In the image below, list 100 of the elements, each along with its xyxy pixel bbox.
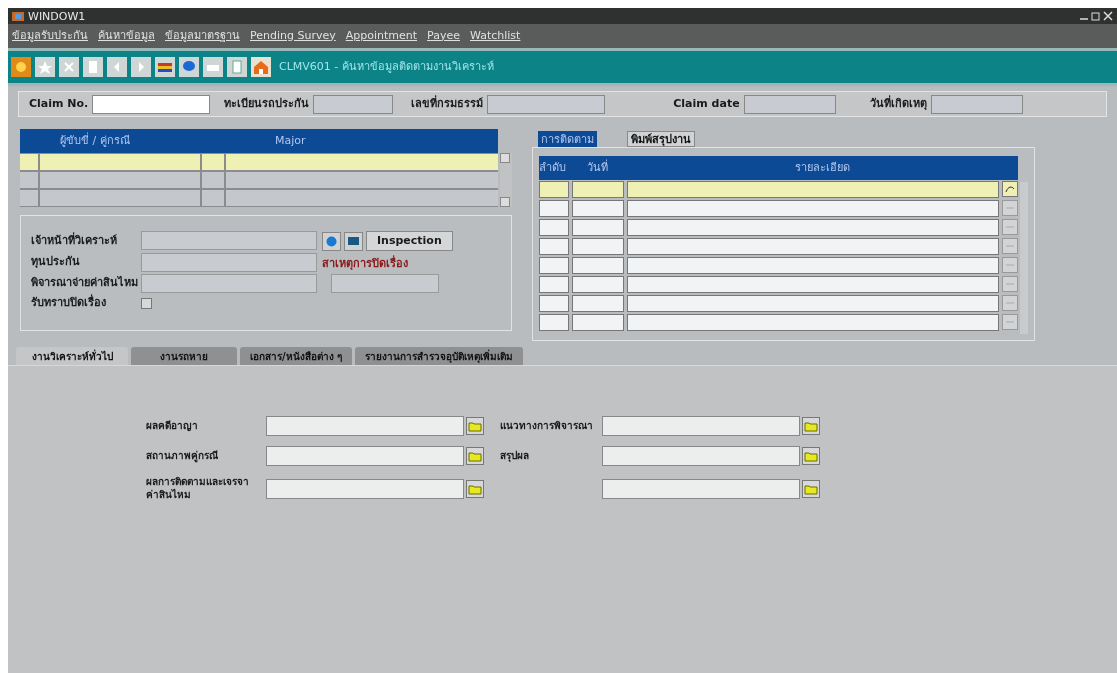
input-field[interactable]: [266, 478, 464, 499]
table-cell[interactable]: [40, 172, 200, 188]
menu-item[interactable]: ค้นหาข้อมูล: [98, 27, 155, 45]
table-cell[interactable]: [572, 295, 624, 312]
table-cell[interactable]: [572, 314, 624, 331]
menu-item[interactable]: ข้อมูลมาตรฐาน: [165, 27, 240, 45]
field-label: ผลการติดตามและเจรจาค่าสินไหม: [146, 476, 250, 501]
menu-item[interactable]: Appointment: [345, 27, 418, 45]
input-field[interactable]: [743, 94, 836, 114]
table-cell[interactable]: [539, 238, 569, 255]
restore-icon[interactable]: [1091, 11, 1101, 21]
input-field[interactable]: [602, 446, 800, 466]
field-label: พิจารณาจ่ายค่าสินไหม: [31, 275, 139, 292]
scrollbar[interactable]: [500, 153, 512, 207]
tab[interactable]: การติดตาม: [538, 131, 597, 147]
table-cell[interactable]: [572, 219, 624, 236]
field-label: Claim No.: [29, 95, 89, 112]
folder-icon[interactable]: [802, 417, 820, 435]
field-label: สถานภาพคู่กรณี: [146, 449, 219, 463]
field-label: รับทราบปิดเรื่อง: [31, 295, 107, 311]
table-cell[interactable]: [226, 172, 499, 188]
table-cell[interactable]: [627, 238, 999, 255]
input-field[interactable]: [331, 274, 439, 293]
menu-item[interactable]: Watchlist: [470, 27, 521, 45]
home-icon[interactable]: [251, 57, 271, 77]
table-cell[interactable]: [627, 181, 999, 198]
input-field[interactable]: [487, 94, 606, 114]
column-header: Major: [274, 132, 306, 149]
input-field[interactable]: [141, 274, 317, 293]
table-cell[interactable]: [539, 219, 569, 236]
table-cell[interactable]: [572, 200, 624, 217]
column-header: รายละเอียด: [794, 159, 851, 176]
tab[interactable]: งานวิเคราะห์ทั่วไป: [16, 347, 128, 365]
folder-icon[interactable]: [466, 479, 484, 498]
field-label: ทุนประกัน: [31, 254, 81, 271]
input-field[interactable]: [266, 446, 464, 466]
input-field[interactable]: [930, 94, 1023, 114]
table-cell[interactable]: [572, 181, 624, 198]
folder-icon[interactable]: [466, 417, 484, 435]
tab[interactable]: เอกสาร/หนังสือต่าง ๆ: [240, 347, 352, 365]
inspection-button[interactable]: Inspection: [366, 231, 453, 251]
field-label: วันที่เกิดเหตุ: [869, 95, 927, 112]
column-header: วันที่: [586, 159, 609, 176]
table-cell[interactable]: [627, 295, 999, 312]
sun-icon[interactable]: [11, 57, 31, 77]
table-cell[interactable]: [202, 154, 224, 170]
table-cell[interactable]: [40, 190, 200, 206]
folder-icon[interactable]: [802, 447, 820, 465]
menu-item[interactable]: Pending Survey: [250, 27, 336, 45]
field-label: ทะเบียนรถประกัน: [224, 95, 310, 112]
tab[interactable]: พิมพ์สรุปงาน: [627, 131, 695, 147]
table-cell[interactable]: [20, 154, 38, 170]
table-cell[interactable]: [202, 172, 224, 188]
flag-icon[interactable]: [155, 57, 175, 77]
folder-icon[interactable]: [802, 479, 820, 498]
table-cell[interactable]: [226, 154, 499, 170]
menu-item[interactable]: ข้อมูลรับประกัน: [12, 27, 88, 45]
input-field[interactable]: [313, 94, 394, 114]
tab[interactable]: รายงานการสำรวจอุบัติเหตุเพิ่มเติม: [355, 347, 523, 365]
field-label: แนวทางการพิจารณา: [499, 419, 594, 433]
field-label: Claim date: [673, 95, 740, 112]
table-cell[interactable]: [539, 276, 569, 293]
table-cell[interactable]: [20, 172, 38, 188]
input-field[interactable]: [92, 94, 211, 114]
table-cell[interactable]: [627, 200, 999, 217]
table-cell[interactable]: [572, 276, 624, 293]
table-cell[interactable]: [202, 190, 224, 206]
table-cell[interactable]: [539, 295, 569, 312]
checkbox[interactable]: [141, 297, 152, 309]
table-cell[interactable]: [226, 190, 499, 206]
table-cell[interactable]: [627, 276, 999, 293]
tab[interactable]: งานรถหาย: [131, 347, 237, 365]
table-cell[interactable]: [539, 200, 569, 217]
field-label: เลขที่กรมธรรม์: [411, 95, 484, 112]
field-label: เจ้าหน้าที่วิเคราะห์: [31, 232, 118, 249]
input-field[interactable]: [141, 253, 317, 272]
input-field[interactable]: [602, 478, 800, 499]
chat-bubble-icon[interactable]: [179, 57, 199, 77]
input-field[interactable]: [266, 416, 464, 436]
field-label: ผลคดีอาญา: [146, 419, 199, 433]
folder-icon[interactable]: [466, 447, 484, 465]
table-cell[interactable]: [627, 314, 999, 331]
table-cell[interactable]: [539, 181, 569, 198]
input-field[interactable]: [141, 231, 317, 250]
table-cell[interactable]: [20, 190, 38, 206]
form-title: CLMV601 - ค้นหาข้อมูลติดตามงานวิเคราะห์: [279, 58, 494, 75]
globe-button-icon[interactable]: [322, 231, 341, 251]
table-cell[interactable]: [539, 314, 569, 331]
table-cell[interactable]: [40, 154, 200, 170]
table-cell[interactable]: [627, 257, 999, 274]
column-header: ผู้ขับขี่ / คู่กรณี: [59, 132, 131, 149]
app-icon[interactable]: [12, 10, 24, 22]
close-icon[interactable]: [1103, 11, 1113, 21]
table-cell[interactable]: [572, 257, 624, 274]
menu-item[interactable]: Payee: [427, 27, 460, 45]
table-cell[interactable]: [539, 257, 569, 274]
table-cell[interactable]: [572, 238, 624, 255]
window-title: WINDOW1: [28, 10, 86, 22]
table-cell[interactable]: [627, 219, 999, 236]
input-field[interactable]: [602, 416, 800, 436]
